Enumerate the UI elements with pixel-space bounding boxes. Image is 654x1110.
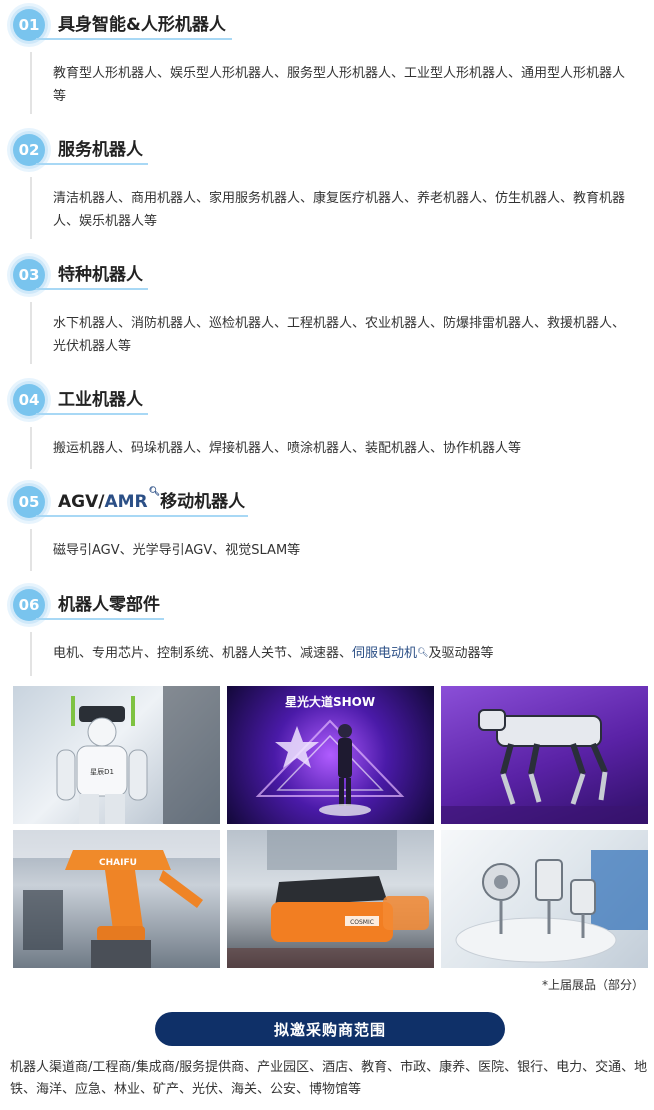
search-icon[interactable]: 🔍︎ xyxy=(417,648,428,658)
section-special: 03 特种机器人 水下机器人、消防机器人、巡检机器人、工程机器人、农业机器人、防… xyxy=(0,250,654,370)
section-title: 工业机器人 xyxy=(58,390,143,410)
section-title: 具身智能&人形机器人 xyxy=(58,15,226,35)
section-components: 06 机器人零部件 电机、专用芯片、控制系统、机器人关节、减速器、伺服电动机🔍︎… xyxy=(0,580,654,680)
photo-stage-show: 星光大道SHOW xyxy=(227,686,434,824)
section-number: 02 xyxy=(13,134,45,166)
title-underline xyxy=(36,618,164,620)
photo-caption: *上届展品（部分） xyxy=(541,978,644,992)
title-underline xyxy=(36,38,232,40)
section-title: 机器人零部件 xyxy=(58,595,160,615)
agv-label: COSMIC xyxy=(350,919,374,926)
section-number: 03 xyxy=(13,259,45,291)
section-humanoid: 01 具身智能&人形机器人 教育型人形机器人、娱乐型人形机器人、服务型人形机器人… xyxy=(0,0,654,120)
amr-link[interactable]: AMR xyxy=(104,492,147,512)
section-number: 05 xyxy=(13,486,45,518)
section-text: 磁导引AGV、光学导引AGV、视觉SLAM等 xyxy=(53,543,301,558)
section-title: 服务机器人 xyxy=(58,140,143,160)
text-suffix: 及驱动器等 xyxy=(428,646,494,661)
section-divider xyxy=(30,177,32,239)
section-text: 教育型人形机器人、娱乐型人形机器人、服务型人形机器人、工业型人形机器人、通用型人… xyxy=(53,66,626,104)
photo-industrial-arm: CHAIFU xyxy=(13,830,220,968)
title-prefix: AGV/ xyxy=(58,492,105,512)
title-underline xyxy=(36,288,148,290)
section-number: 04 xyxy=(13,384,45,416)
section-divider xyxy=(30,52,32,114)
section-number: 01 xyxy=(13,9,45,41)
title-underline xyxy=(36,515,248,517)
photo-humanoid-robot: 星辰D1 xyxy=(13,686,220,824)
section-title: 特种机器人 xyxy=(58,265,143,285)
section-title: AGV/AMR🔍︎移动机器人 xyxy=(58,487,245,512)
servo-motor-link[interactable]: 伺服电动机 xyxy=(352,646,417,661)
robot-arm-brand: CHAIFU xyxy=(99,858,137,868)
robot-chest-label: 星辰D1 xyxy=(90,768,114,776)
section-number: 06 xyxy=(13,589,45,621)
title-underline xyxy=(36,163,148,165)
buyer-scope-text: 机器人渠道商/工程商/集成商/服务提供商、产业园区、酒店、教育、市政、康养、医院… xyxy=(10,1060,648,1097)
section-divider xyxy=(30,302,32,364)
section-service: 02 服务机器人 清洁机器人、商用机器人、家用服务机器人、康复医疗机器人、养老机… xyxy=(0,125,654,245)
section-mobile: 05 AGV/AMR🔍︎移动机器人 磁导引AGV、光学导引AGV、视觉SLAM等 xyxy=(0,477,654,577)
photo-agv-robot: COSMIC xyxy=(227,830,434,968)
section-text: 搬运机器人、码垛机器人、焊接机器人、喷涂机器人、装配机器人、协作机器人等 xyxy=(53,441,522,456)
title-underline xyxy=(36,413,148,415)
section-divider xyxy=(30,529,32,571)
section-divider xyxy=(30,632,32,676)
title-suffix: 移动机器人 xyxy=(160,492,246,512)
photo-robot-dog xyxy=(441,686,648,824)
section-text: 水下机器人、消防机器人、巡检机器人、工程机器人、农业机器人、防爆排雷机器人、救援… xyxy=(53,316,626,354)
section-divider xyxy=(30,427,32,469)
stage-sign: 星光大道SHOW xyxy=(285,694,375,709)
search-icon[interactable]: 🔍︎ xyxy=(149,487,160,497)
section-industrial: 04 工业机器人 搬运机器人、码垛机器人、焊接机器人、喷涂机器人、装配机器人、协… xyxy=(0,375,654,475)
section-text: 清洁机器人、商用机器人、家用服务机器人、康复医疗机器人、养老机器人、仿生机器人、… xyxy=(53,191,626,229)
text-prefix: 电机、专用芯片、控制系统、机器人关节、减速器、 xyxy=(53,646,353,661)
section-text: 电机、专用芯片、控制系统、机器人关节、减速器、伺服电动机🔍︎及驱动器等 xyxy=(53,642,631,665)
photo-robot-components xyxy=(441,830,648,968)
exhibit-scope-page: 01 具身智能&人形机器人 教育型人形机器人、娱乐型人形机器人、服务型人形机器人… xyxy=(0,0,654,1110)
buyer-scope-banner: 拟邀采购商范围 xyxy=(155,1012,505,1046)
